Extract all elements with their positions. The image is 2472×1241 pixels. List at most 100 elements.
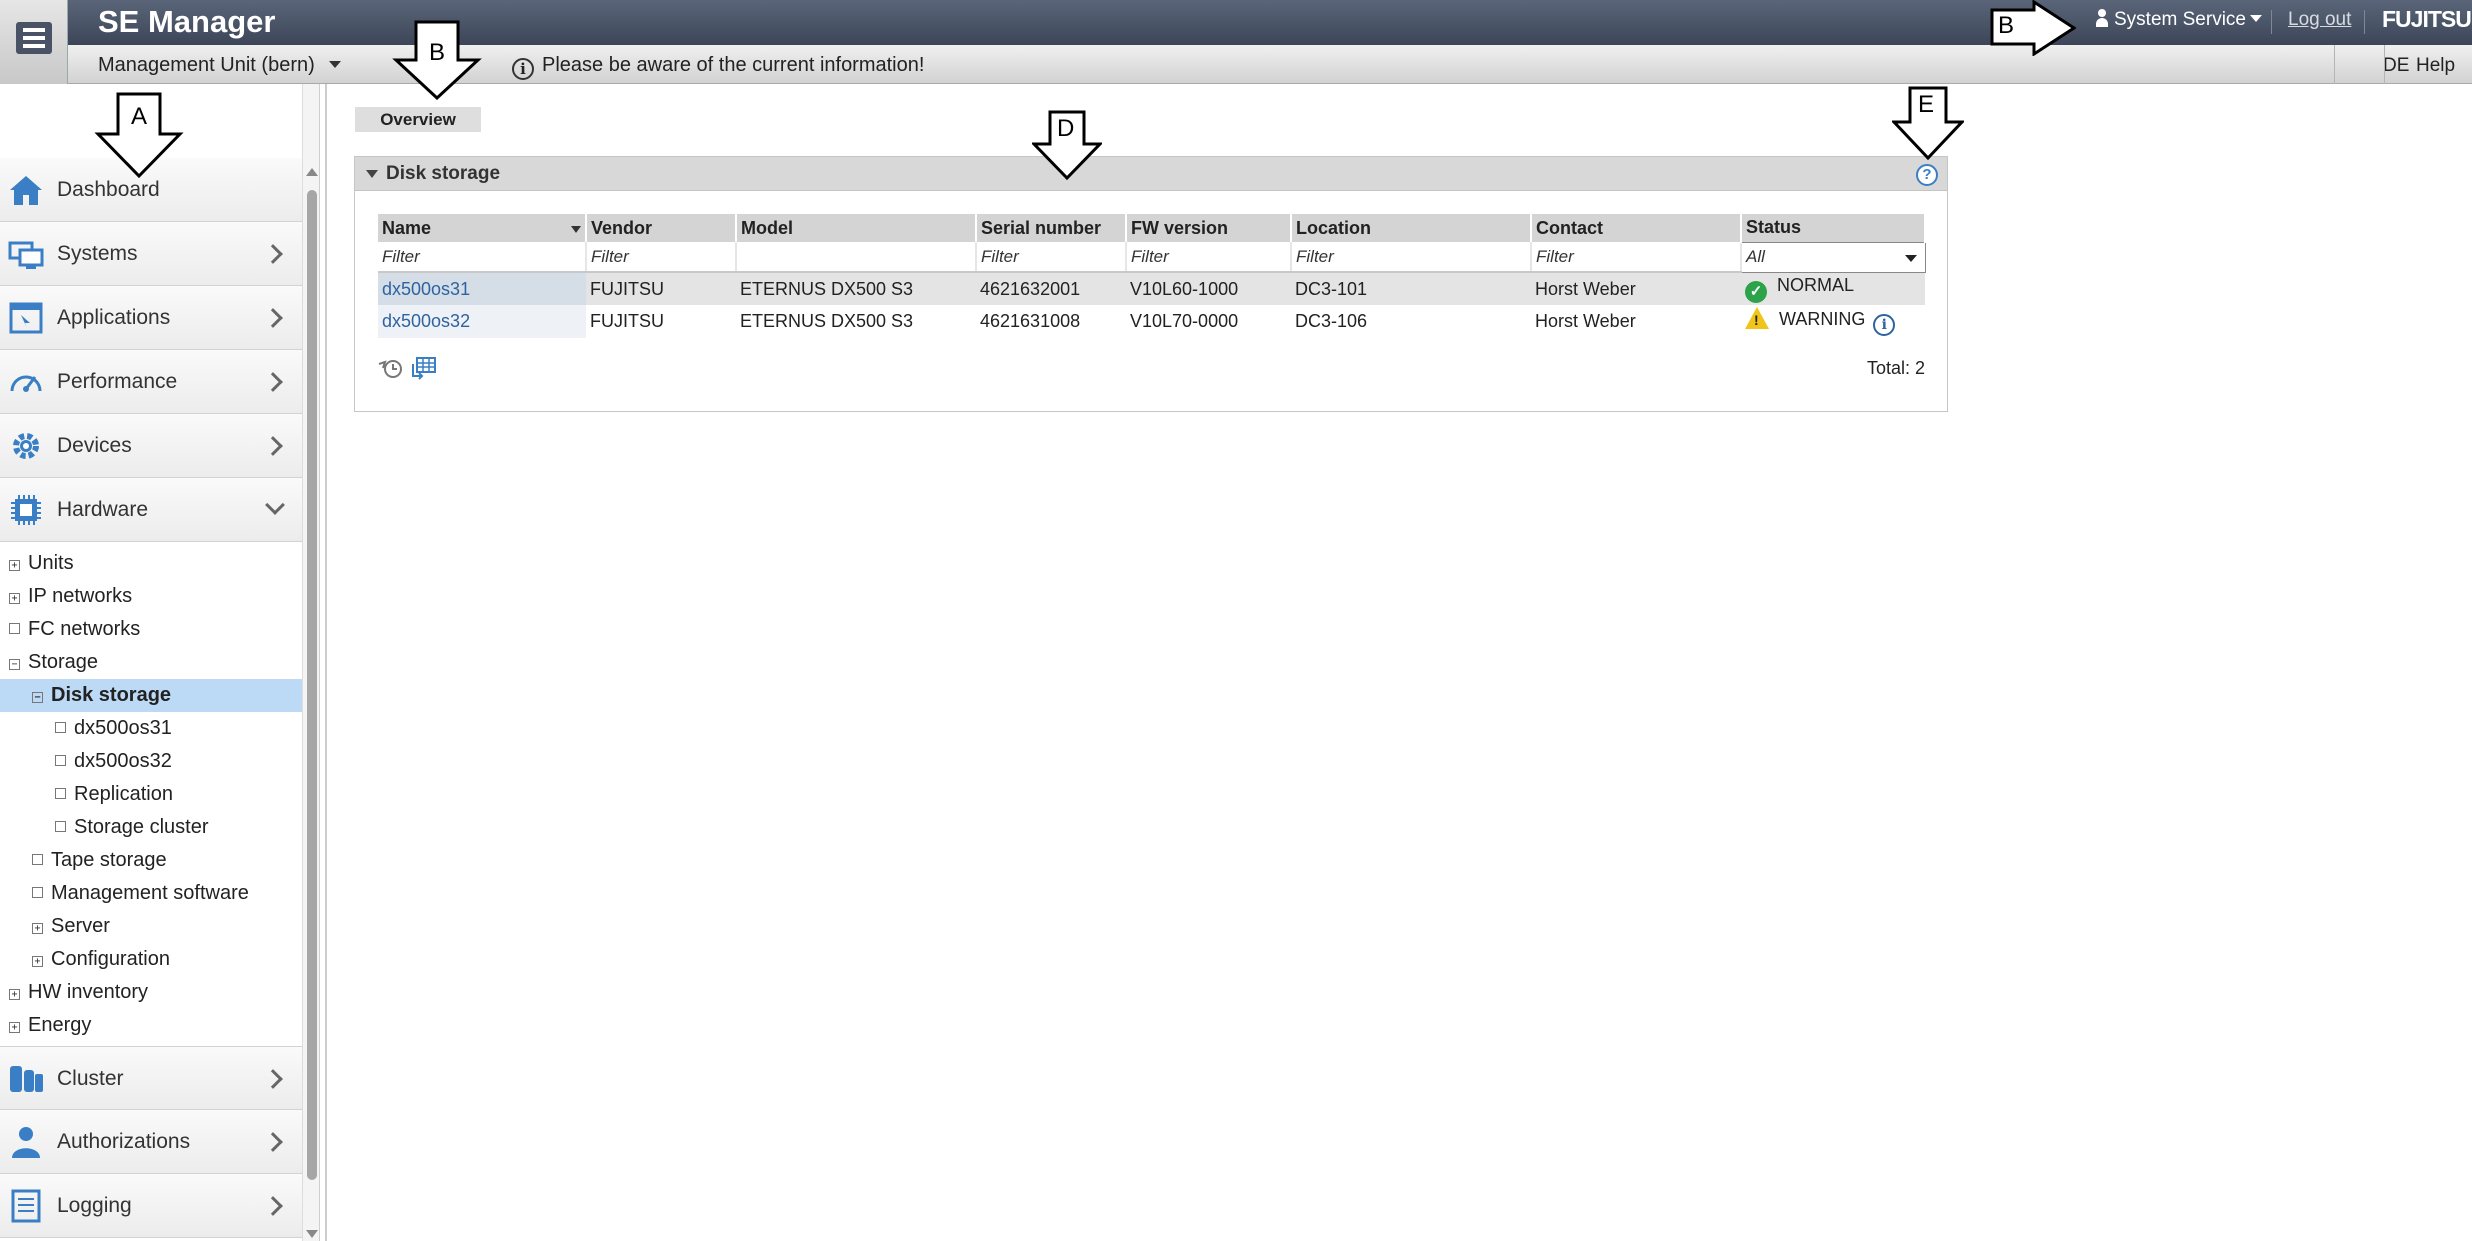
cell-contact: Horst Weber — [1531, 272, 1741, 305]
history-icon[interactable] — [377, 356, 405, 380]
filter-contact-input[interactable]: Filter — [1531, 242, 1742, 273]
column-header-contact[interactable]: Contact — [1531, 214, 1742, 242]
device-link[interactable]: dx500os32 — [382, 311, 470, 331]
disk-storage-table: Name Vendor Model Serial number FW versi… — [378, 214, 1926, 338]
tree-item-label: Units — [28, 552, 74, 574]
tree-item-configuration[interactable]: + Configuration — [0, 943, 302, 976]
check-icon: ✓ — [1745, 280, 1767, 303]
tree-item-energy[interactable]: + Energy — [0, 1009, 302, 1042]
user-menu[interactable]: System Service — [2096, 9, 2262, 31]
cell-status: ✓ NORMAL — [1741, 272, 1925, 305]
help-icon[interactable]: ? — [1916, 164, 1938, 186]
filter-name-input[interactable]: Filter — [378, 242, 587, 273]
collapse-icon[interactable]: − — [9, 659, 20, 670]
log-icon — [11, 1189, 41, 1223]
column-header-name[interactable]: Name — [378, 214, 587, 242]
tree-item-storage[interactable]: − Storage — [0, 646, 302, 679]
filter-model-input[interactable] — [736, 242, 977, 273]
tree-item-management-software[interactable]: Management software — [0, 877, 302, 910]
info-message[interactable]: i Please be aware of the current informat… — [512, 54, 924, 80]
tree-item-replication[interactable]: Replication — [0, 778, 302, 811]
divider — [2384, 45, 2385, 84]
expand-icon[interactable]: + — [9, 593, 20, 604]
cell-vendor: FUJITSU — [586, 305, 736, 338]
annotation-label-a: A — [131, 103, 148, 130]
tree-item-storage-cluster[interactable]: Storage cluster — [0, 811, 302, 844]
filter-vendor-input[interactable]: Filter — [586, 242, 737, 273]
collapse-triangle-icon[interactable] — [366, 170, 378, 178]
expand-icon[interactable]: + — [9, 560, 20, 571]
table-export-icon[interactable] — [409, 356, 437, 380]
cell-model: ETERNUS DX500 S3 — [736, 272, 976, 305]
tree-item-label: Storage cluster — [74, 816, 209, 838]
annotation-label-b-right: B — [1998, 12, 2015, 39]
info-icon[interactable]: i — [1873, 314, 1896, 336]
sidebar-item-systems[interactable]: Systems — [0, 222, 302, 286]
collapse-icon[interactable]: − — [32, 692, 43, 703]
leaf-icon — [32, 887, 43, 898]
scroll-thumb[interactable] — [307, 190, 317, 1180]
menu-toggle-button[interactable] — [0, 0, 68, 84]
tree-item-disk-storage[interactable]: − Disk storage — [0, 679, 302, 712]
content-divider — [325, 84, 327, 1241]
language-switch[interactable]: DE — [2383, 55, 2409, 77]
sidebar-item-applications[interactable]: Applications — [0, 286, 302, 350]
tree-item-hw-inventory[interactable]: + HW inventory — [0, 976, 302, 1009]
sidebar-item-hardware[interactable]: Hardware — [0, 478, 302, 542]
help-link[interactable]: Help — [2416, 55, 2455, 77]
status-text: NORMAL — [1777, 274, 1855, 295]
device-link[interactable]: dx500os31 — [382, 279, 470, 299]
column-header-fw[interactable]: FW version — [1126, 214, 1292, 242]
scroll-up-icon[interactable] — [306, 168, 318, 176]
tree-item-server[interactable]: + Server — [0, 910, 302, 943]
sidebar-item-devices[interactable]: Devices — [0, 414, 302, 478]
tab-overview[interactable]: Overview — [355, 107, 481, 132]
column-header-vendor[interactable]: Vendor — [586, 214, 737, 242]
filter-location-input[interactable]: Filter — [1291, 242, 1532, 273]
expand-icon[interactable]: + — [9, 1022, 20, 1033]
chevron-down-icon — [2249, 15, 2262, 22]
chevron-right-icon — [263, 308, 283, 328]
filter-status-select[interactable]: All — [1740, 241, 1926, 273]
tree-item-dx500os32[interactable]: dx500os32 — [0, 745, 302, 778]
tree-item-label: dx500os32 — [74, 750, 172, 772]
table-row[interactable]: dx500os31 FUJITSU ETERNUS DX500 S3 46216… — [378, 272, 1925, 305]
tree-item-label: Replication — [74, 783, 173, 805]
table-row[interactable]: dx500os32 FUJITSU ETERNUS DX500 S3 46216… — [378, 305, 1925, 338]
tree-item-label: Disk storage — [51, 684, 172, 706]
tree-item-units[interactable]: + Units — [0, 547, 302, 580]
column-header-model[interactable]: Model — [736, 214, 977, 242]
panel-header[interactable]: Disk storage ? — [355, 157, 1947, 191]
expand-icon[interactable]: + — [32, 956, 43, 967]
scroll-down-icon[interactable] — [306, 1230, 318, 1238]
applications-icon — [9, 302, 43, 334]
column-header-location[interactable]: Location — [1291, 214, 1532, 242]
expand-icon[interactable]: + — [32, 923, 43, 934]
tree-item-ip-networks[interactable]: + IP networks — [0, 580, 302, 613]
sidebar-item-cluster[interactable]: Cluster — [0, 1046, 302, 1110]
annotation-label-b-center: B — [429, 39, 446, 66]
cell-contact: Horst Weber — [1531, 305, 1741, 338]
disk-storage-panel: Disk storage ? Name Vendor Model Serial … — [354, 156, 1948, 412]
warning-icon: ! — [1745, 307, 1769, 329]
column-header-status[interactable]: Status — [1741, 214, 1926, 242]
sidebar-item-logging[interactable]: Logging — [0, 1174, 302, 1238]
sidebar-item-performance[interactable]: Performance — [0, 350, 302, 414]
tree-item-label: Energy — [28, 1014, 92, 1036]
logout-link[interactable]: Log out — [2288, 9, 2351, 31]
cell-serial: 4621631008 — [976, 305, 1126, 338]
chevron-right-icon — [263, 1069, 283, 1089]
tree-item-tape-storage[interactable]: Tape storage — [0, 844, 302, 877]
expand-icon[interactable]: + — [9, 989, 20, 1000]
column-header-serial[interactable]: Serial number — [976, 214, 1127, 242]
brand-logo: FUJITSU — [2382, 6, 2472, 32]
unit-select[interactable]: Management Unit (bern) — [98, 54, 341, 77]
tree-item-dx500os31[interactable]: dx500os31 — [0, 712, 302, 745]
filter-serial-input[interactable]: Filter — [976, 242, 1127, 273]
sidebar-item-authorizations[interactable]: Authorizations — [0, 1110, 302, 1174]
status-text: WARNING — [1779, 309, 1866, 329]
divider — [2334, 45, 2335, 84]
sidebar-scrollbar[interactable] — [302, 84, 320, 1241]
filter-fw-input[interactable]: Filter — [1126, 242, 1292, 273]
tree-item-fc-networks[interactable]: FC networks — [0, 613, 302, 646]
